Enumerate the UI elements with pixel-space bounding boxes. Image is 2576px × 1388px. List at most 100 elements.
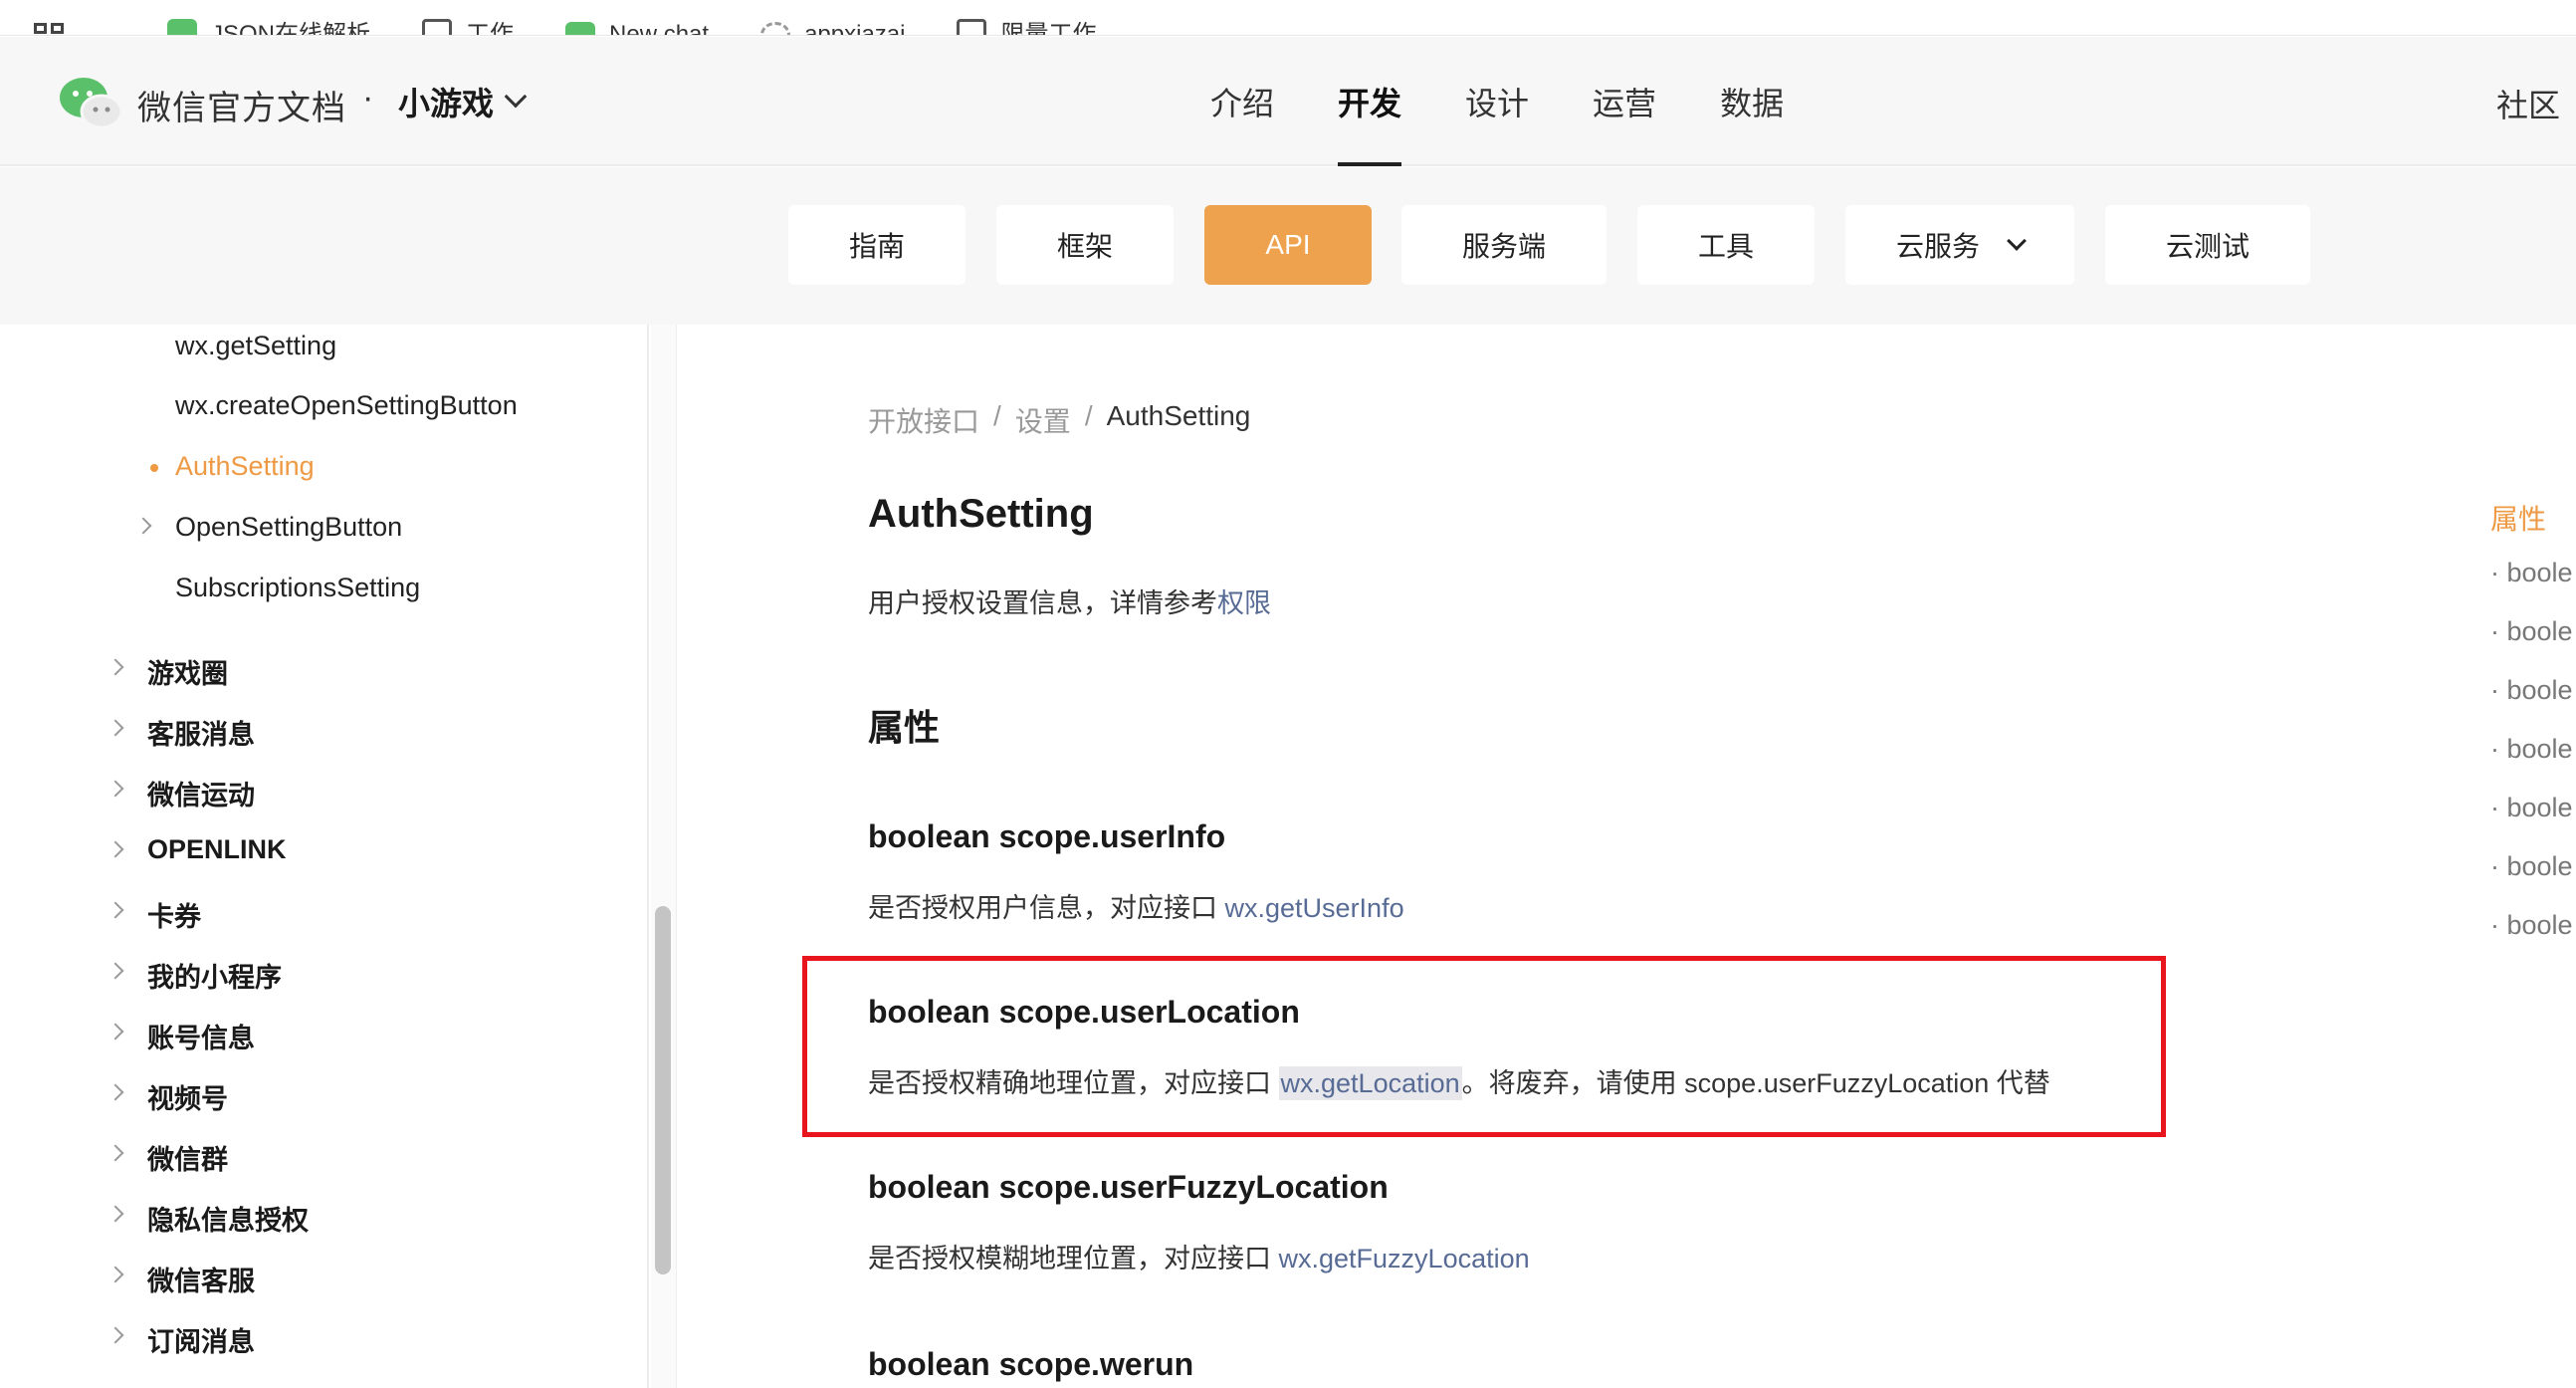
subnav-framework[interactable]: 框架	[996, 205, 1174, 285]
sidebar-item-privacy-auth[interactable]: 隐私信息授权	[147, 1199, 309, 1238]
toc-item[interactable]: · boole	[2490, 851, 2573, 882]
chevron-right-icon[interactable]	[107, 780, 124, 798]
bookmark-appxiazai[interactable]: appxiazai	[760, 21, 906, 36]
bookmark-label: JSON在线解析	[211, 21, 371, 36]
sidebar-item-my-miniprogram[interactable]: 我的小程序	[147, 956, 282, 995]
gear-icon	[760, 22, 791, 35]
subnav-guide[interactable]: 指南	[788, 205, 966, 285]
active-dot-icon	[150, 464, 158, 472]
bookmark-work[interactable]: 工作	[422, 14, 515, 36]
prop-desc-text: 是否授权精确地理位置，对应接口	[868, 1068, 1279, 1098]
chevron-right-icon[interactable]	[107, 901, 124, 919]
toc-item[interactable]: · boole	[2490, 675, 2573, 706]
sub-nav: 指南 框架 API 服务端 工具 云服务 云测试	[0, 167, 2576, 325]
sidebar-item-createopensettingbutton[interactable]: wx.createOpenSettingButton	[175, 390, 518, 421]
sidebar-scrollbar-thumb[interactable]	[655, 906, 671, 1274]
sidebar: wx.getSetting wx.createOpenSettingButton…	[0, 325, 649, 1388]
chevron-right-icon[interactable]	[107, 1023, 124, 1041]
chevron-right-icon[interactable]	[107, 1205, 124, 1223]
prop-desc-userlocation: 是否授权精确地理位置，对应接口 wx.getLocation。将废弃，请使用 s…	[868, 1061, 2050, 1100]
chevron-right-icon[interactable]	[107, 658, 124, 676]
toc-item[interactable]: · boole	[2490, 558, 2573, 588]
prop-name-werun: boolean scope.werun	[868, 1346, 1194, 1382]
chevron-right-icon[interactable]	[107, 840, 124, 858]
toc-item[interactable]: · boole	[2490, 910, 2573, 941]
sidebar-item-subscribe-message[interactable]: 订阅消息	[147, 1320, 255, 1359]
bookmark-label: 工作	[466, 21, 515, 36]
bookmark-limited-work[interactable]: 限量工作	[957, 14, 1097, 36]
json-icon	[167, 18, 197, 35]
permission-link[interactable]: 权限	[1217, 588, 1271, 618]
grid-icon	[34, 23, 64, 35]
sidebar-item-customer-message[interactable]: 客服消息	[147, 713, 255, 752]
breadcrumb-item-current: AuthSetting	[1106, 400, 1251, 431]
apps-grid-button[interactable]	[34, 23, 64, 35]
bookmark-label: appxiazai	[804, 21, 906, 36]
section-title-properties: 属性	[868, 707, 941, 748]
prop-name-userfuzzylocation: boolean scope.userFuzzyLocation	[868, 1169, 1389, 1205]
chevron-right-icon[interactable]	[107, 1266, 124, 1283]
wechat-logo-icon[interactable]	[58, 74, 123, 131]
sidebar-item-openlink[interactable]: OPENLINK	[147, 834, 287, 865]
chevron-right-icon[interactable]	[107, 962, 124, 980]
sidebar-item-wechat-group[interactable]: 微信群	[147, 1138, 228, 1177]
toc-item[interactable]: · boole	[2490, 793, 2573, 823]
breadcrumb-separator: /	[1084, 400, 1093, 431]
description-text: 用户授权设置信息，详情参考	[868, 588, 1217, 618]
sidebar-item-account-info[interactable]: 账号信息	[147, 1017, 255, 1055]
community-link[interactable]: 社区	[2496, 81, 2560, 126]
table-of-contents: 属性 · boole · boole · boole · boole · boo…	[2490, 325, 2576, 1388]
sidebar-item-werun[interactable]: 微信运动	[147, 774, 255, 812]
chevron-right-icon[interactable]	[107, 719, 124, 737]
prop-desc-userfuzzylocation: 是否授权模糊地理位置，对应接口 wx.getFuzzyLocation	[868, 1237, 1530, 1275]
breadcrumb-item-settings[interactable]: 设置	[1015, 400, 1071, 440]
subnav-cloud-test[interactable]: 云测试	[2105, 205, 2310, 285]
prop-desc-text: 是否授权用户信息，对应接口	[868, 893, 1225, 923]
folder-icon	[422, 18, 453, 35]
page-description: 用户授权设置信息，详情参考权限	[868, 581, 1271, 620]
link-getuserinfo[interactable]: wx.getUserInfo	[1225, 893, 1404, 923]
toc-title[interactable]: 属性	[2490, 498, 2546, 538]
tab-design[interactable]: 设计	[1465, 37, 1529, 166]
main-content: 开放接口 / 设置 / AuthSetting AuthSetting 用户授权…	[677, 325, 2469, 1388]
tab-develop[interactable]: 开发	[1338, 37, 1402, 166]
bookmark-new-chat[interactable]: New chat	[565, 21, 709, 35]
breadcrumb: 开放接口 / 设置 / AuthSetting	[868, 400, 1250, 440]
tab-data[interactable]: 数据	[1720, 37, 1784, 166]
sidebar-item-game-circle[interactable]: 游戏圈	[147, 652, 228, 691]
sidebar-item-card[interactable]: 卡券	[147, 895, 201, 934]
bookmark-json[interactable]: JSON在线解析	[167, 14, 371, 36]
chevron-right-icon[interactable]	[107, 1083, 124, 1101]
tab-operation[interactable]: 运营	[1593, 37, 1656, 166]
sidebar-item-getsetting[interactable]: wx.getSetting	[175, 331, 336, 361]
chevron-down-icon	[504, 85, 528, 109]
chevron-right-icon[interactable]	[107, 1326, 124, 1344]
chevron-right-icon[interactable]	[134, 517, 152, 535]
prop-desc-userinfo: 是否授权用户信息，对应接口 wx.getUserInfo	[868, 886, 1404, 925]
tab-intro[interactable]: 介绍	[1210, 37, 1274, 166]
toc-item[interactable]: · boole	[2490, 616, 2573, 647]
breadcrumb-item-open-api[interactable]: 开放接口	[868, 400, 979, 440]
subnav-tools[interactable]: 工具	[1637, 205, 1815, 285]
sidebar-item-channels[interactable]: 视频号	[147, 1077, 228, 1116]
folder-icon	[957, 18, 987, 35]
subnav-api[interactable]: API	[1204, 205, 1372, 285]
breadcrumb-separator: /	[993, 400, 1001, 431]
highlight-box	[802, 956, 2166, 1137]
bookmark-label: 限量工作	[1000, 21, 1097, 36]
sidebar-item-authsetting[interactable]: AuthSetting	[175, 451, 315, 482]
link-getfuzzylocation[interactable]: wx.getFuzzyLocation	[1279, 1244, 1530, 1273]
prop-name-userinfo: boolean scope.userInfo	[868, 818, 1226, 854]
subnav-cloud-service[interactable]: 云服务	[1845, 205, 2074, 285]
subnav-server[interactable]: 服务端	[1401, 205, 1607, 285]
product-switcher[interactable]: 小游戏	[398, 79, 528, 124]
sidebar-item-opensettingbutton[interactable]: OpenSettingButton	[175, 512, 402, 543]
sidebar-item-wechat-customer-service[interactable]: 微信客服	[147, 1260, 255, 1298]
main-tabs: 介绍 开发 设计 运营 数据	[1210, 37, 1784, 166]
chevron-right-icon[interactable]	[107, 1144, 124, 1162]
sidebar-item-subscriptionssetting[interactable]: SubscriptionsSetting	[175, 573, 420, 603]
link-getlocation[interactable]: wx.getLocation	[1278, 1066, 1462, 1100]
prop-name-userlocation: boolean scope.userLocation	[868, 994, 1300, 1030]
toc-item[interactable]: · boole	[2490, 734, 2573, 765]
brand-title[interactable]: 微信官方文档	[137, 81, 346, 129]
